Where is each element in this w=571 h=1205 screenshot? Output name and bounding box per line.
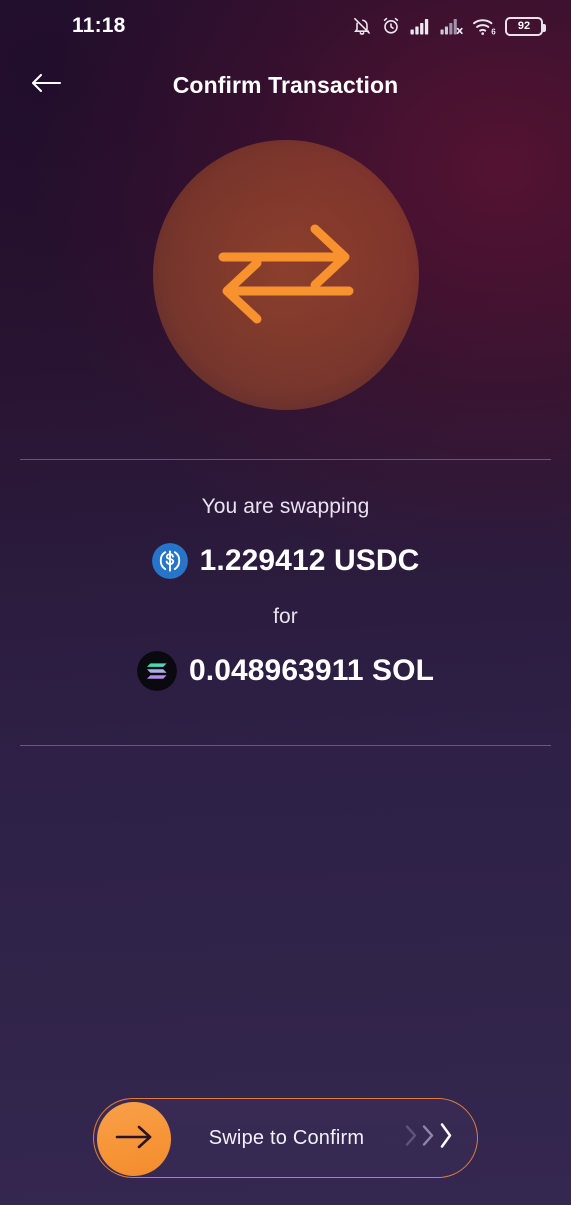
page-header: Confirm Transaction: [0, 58, 571, 112]
app-screen: 11:18 6 92 Confirm Transaction You are s…: [0, 0, 571, 1205]
status-bar: 11:18 6 92: [0, 0, 571, 52]
chevron-right-icon: [404, 1123, 419, 1154]
divider-bottom: [20, 745, 551, 746]
swap-to-row: 0.048963911 SOL: [136, 651, 435, 691]
wifi-6-icon: 6: [472, 17, 496, 36]
notifications-muted-icon: [352, 16, 372, 36]
swap-icon-badge: [152, 140, 419, 410]
chevron-right-icon: [421, 1123, 436, 1154]
status-bar-icons: 6 92: [352, 16, 546, 36]
swipe-chevrons: [404, 1121, 455, 1156]
swap-to-amount: 0.048963911 SOL: [188, 654, 435, 687]
divider-top: [20, 459, 551, 460]
back-button[interactable]: [16, 58, 76, 112]
swipe-to-confirm-button[interactable]: Swipe to Confirm: [93, 1098, 478, 1178]
battery-icon: 92: [505, 16, 546, 36]
swap-from-label: You are swapping: [201, 495, 370, 518]
svg-text:6: 6: [491, 27, 496, 36]
swap-from-amount: 1.229412 USDC: [199, 544, 420, 577]
signal-no-service-icon: [440, 17, 463, 35]
swap-arrows-icon: [211, 213, 361, 338]
solana-coin-icon: [136, 651, 177, 691]
page-title: Confirm Transaction: [172, 71, 399, 98]
arrow-left-icon: [29, 71, 63, 100]
signal-bars-icon: [410, 17, 431, 35]
arrow-right-icon: [112, 1122, 156, 1157]
swap-from-row: 1.229412 USDC: [151, 543, 420, 579]
swap-summary: You are swapping 1.229412 USDC for 0.048…: [0, 495, 571, 691]
alarm-clock-icon: [381, 16, 401, 36]
swap-connector-label: for: [273, 605, 298, 628]
status-bar-clock: 11:18: [72, 14, 126, 37]
swipe-thumb-handle[interactable]: [97, 1102, 171, 1176]
battery-percent-label: 92: [517, 19, 531, 32]
usdc-coin-icon: [151, 543, 188, 579]
chevron-right-icon: [438, 1121, 455, 1156]
